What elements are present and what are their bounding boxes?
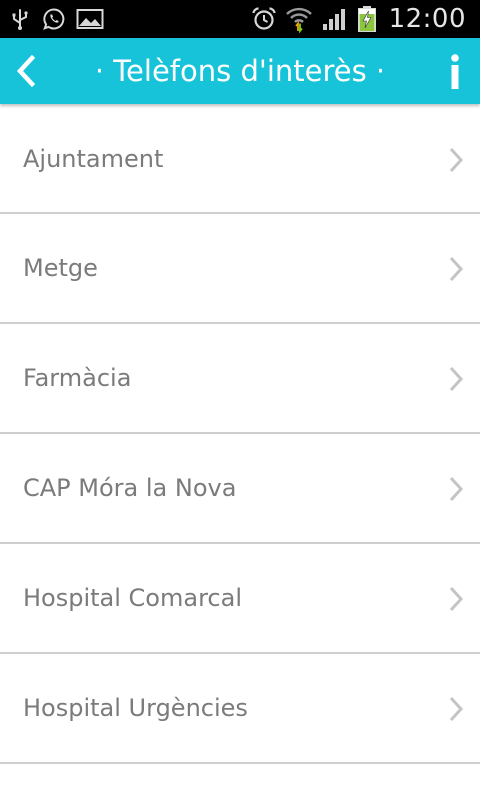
list-item-label: Farmàcia <box>23 364 132 392</box>
contact-list: Ajuntament Metge Farmàcia CAP Móra la No… <box>0 105 480 764</box>
list-item-metge[interactable]: Metge <box>0 214 480 324</box>
info-icon <box>451 54 459 89</box>
list-item-label: Hospital Comarcal <box>23 584 242 612</box>
status-bar: 12:00 <box>0 0 480 38</box>
usb-icon <box>12 9 28 30</box>
list-item-label: Hospital Urgències <box>23 694 248 722</box>
chevron-right-icon <box>449 696 464 722</box>
list-item-hospital-comarcal[interactable]: Hospital Comarcal <box>0 544 480 654</box>
page-title: · Telèfons d'interès · <box>94 54 386 88</box>
chevron-right-icon <box>449 256 464 282</box>
status-time: 12:00 <box>388 4 466 34</box>
list-item-label: Metge <box>23 254 98 282</box>
back-button[interactable] <box>6 51 46 91</box>
chevron-right-icon <box>449 366 464 392</box>
app-bar: · Telèfons d'interès · <box>0 38 480 104</box>
list-item-hospital-urgencies[interactable]: Hospital Urgències <box>0 654 480 764</box>
battery-charging-icon <box>357 6 376 32</box>
gallery-icon <box>76 9 104 29</box>
alarm-icon <box>251 7 276 30</box>
list-item-label: Ajuntament <box>23 145 164 173</box>
status-bar-right: 12:00 <box>251 4 466 34</box>
whatsapp-icon <box>43 8 65 30</box>
chevron-right-icon <box>449 586 464 612</box>
list-item-cap-mora-la-nova[interactable]: CAP Móra la Nova <box>0 434 480 544</box>
chevron-right-icon <box>449 147 464 173</box>
list-item-ajuntament[interactable]: Ajuntament <box>0 105 480 214</box>
signal-icon <box>322 9 345 30</box>
list-item-farmacia[interactable]: Farmàcia <box>0 324 480 434</box>
status-bar-left <box>8 5 104 33</box>
info-button[interactable] <box>440 50 470 94</box>
chevron-right-icon <box>449 476 464 502</box>
list-item-label: CAP Móra la Nova <box>23 474 237 502</box>
chevron-left-icon <box>16 55 36 87</box>
wifi-icon <box>285 7 312 33</box>
